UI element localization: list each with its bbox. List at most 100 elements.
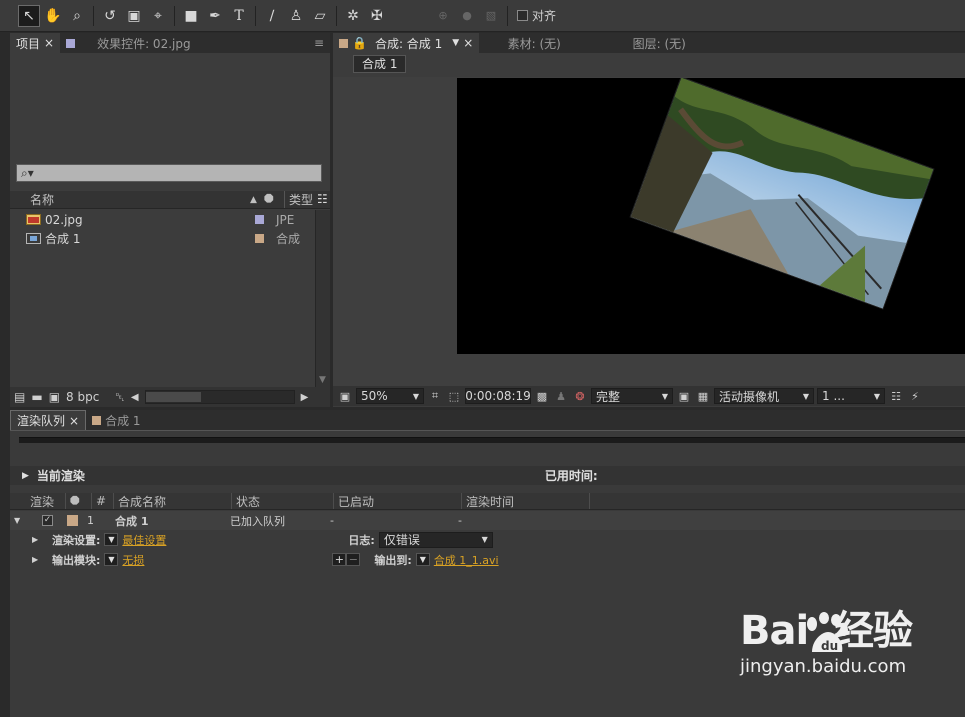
snapshot-icon[interactable]: ▩ — [534, 388, 550, 404]
item-comp-name: 合成 1 — [115, 514, 149, 528]
snap-checkbox[interactable] — [517, 10, 528, 21]
number-column-header[interactable]: # — [92, 493, 114, 509]
scroll-left-icon[interactable]: ◀ — [131, 392, 139, 403]
add-output-module-button[interactable]: + — [332, 553, 347, 566]
scroll-thumb[interactable] — [145, 392, 201, 402]
new-composition-icon[interactable]: ▣ — [49, 390, 60, 404]
comp-dropdown-icon[interactable]: ▼ — [452, 38, 459, 48]
output-to-label: 输出到: — [374, 553, 412, 567]
tab-layer[interactable]: 图层: (无) — [589, 33, 729, 53]
expand-triangle-icon[interactable]: ▼ — [14, 516, 42, 525]
expand-triangle-icon[interactable]: ▶ — [32, 535, 52, 544]
zoom-tool-icon[interactable]: ⌕ — [66, 5, 88, 27]
puppet-tool-icon[interactable]: ✠ — [366, 5, 388, 27]
fast-preview-icon[interactable]: ⚡ — [907, 388, 923, 404]
snap-toggle[interactable]: 对齐 — [517, 7, 556, 24]
panel-menu-icon[interactable]: ≡ — [308, 33, 330, 53]
render-queue-item[interactable]: ▼ ✓ 1 合成 1 已加入队列 - - — [10, 511, 965, 530]
tab-composition[interactable]: 🔒 合成: 合成 1 ▼ × — [333, 33, 480, 53]
rectangle-tool-icon[interactable]: ■ — [180, 5, 202, 27]
pen-tool-icon[interactable]: ✒ — [204, 5, 226, 27]
camera-tool-icon[interactable]: ▣ — [123, 5, 145, 27]
expand-triangle-icon[interactable]: ▶ — [22, 471, 29, 481]
new-folder-icon[interactable]: ▬ — [31, 390, 42, 404]
project-vertical-scrollbar[interactable]: ☷ ▼ — [315, 192, 330, 387]
comp-name-column-header[interactable]: 合成名称 — [114, 493, 232, 509]
tab-render-queue[interactable]: 渲染队列 × — [10, 410, 87, 430]
tab-project[interactable]: 项目 × — [10, 33, 61, 53]
tab-effect-controls[interactable]: 效果控件: 02.jpg — [60, 33, 230, 53]
project-search-input[interactable]: ⌕▾ — [16, 164, 322, 182]
brush-tool-icon[interactable]: ∕ — [261, 5, 283, 27]
layer-image[interactable] — [629, 78, 935, 310]
watermark-url: jingyan.baidu.com — [740, 656, 907, 677]
tab-footage[interactable]: 素材: (无) — [479, 33, 589, 53]
output-to-dropdown[interactable]: ▼ — [415, 553, 430, 566]
elapsed-time-label: 已用时间: — [544, 469, 598, 483]
close-icon[interactable]: × — [69, 414, 79, 428]
bit-depth-label[interactable]: 8 bpc — [66, 390, 99, 404]
close-icon[interactable]: × — [44, 36, 54, 50]
close-icon[interactable]: × — [463, 36, 473, 50]
trash-icon[interactable]: ␡ — [115, 390, 125, 405]
region-of-interest-icon[interactable]: ▣ — [676, 388, 692, 404]
timecode-field[interactable]: 0:00:08:19 — [465, 388, 531, 404]
list-item[interactable]: 02.jpg JPE — [10, 210, 314, 229]
item-type: 合成 — [276, 232, 301, 246]
render-column-header[interactable]: 渲染 — [10, 493, 66, 509]
status-column-header[interactable]: 状态 — [232, 493, 334, 509]
text-tool-icon[interactable]: T — [228, 5, 250, 27]
render-time-column-label: 渲染时间 — [466, 494, 515, 509]
comp-flowchart-tab[interactable]: 合成 1 — [353, 55, 407, 73]
flowchart-icon[interactable]: ☷ — [317, 192, 328, 206]
log-dropdown[interactable]: 仅错误 ▼ — [378, 531, 493, 548]
camera-dropdown[interactable]: 活动摄像机 ▼ — [714, 388, 814, 404]
clone-stamp-tool-icon[interactable]: ♙ — [285, 5, 307, 27]
name-column-header[interactable]: 名称 — [10, 191, 250, 208]
transparency-grid-icon[interactable]: ▦ — [695, 388, 711, 404]
label-tag-icon[interactable]: ⯃ — [264, 192, 284, 207]
render-checkbox[interactable]: ✓ — [42, 515, 53, 526]
show-snapshot-icon[interactable]: ♟ — [553, 388, 569, 404]
pan-behind-tool-icon[interactable]: ⌖ — [147, 5, 169, 27]
composition-tabbar: 🔒 合成: 合成 1 ▼ × 素材: (无) 图层: (无) — [333, 33, 965, 53]
remove-output-module-button[interactable]: − — [346, 553, 361, 566]
output-module-dropdown[interactable]: ▼ — [104, 553, 119, 566]
project-footer: ▤ ▬ ▣ 8 bpc ␡ ◀ ▶ — [10, 387, 330, 407]
interpret-footage-icon[interactable]: ▤ — [14, 390, 25, 404]
sort-asc-icon[interactable]: ▲ — [250, 195, 264, 205]
item-render-time: - — [458, 514, 462, 527]
always-preview-icon[interactable]: ▣ — [337, 388, 353, 404]
timeline-icon[interactable]: ☷ — [888, 388, 904, 404]
composition-canvas[interactable] — [457, 78, 965, 354]
output-to-link[interactable]: 合成 1_1.avi — [434, 552, 499, 568]
scroll-down-icon[interactable]: ▼ — [319, 375, 326, 385]
project-horizontal-scrollbar[interactable] — [144, 390, 295, 404]
label-swatch[interactable] — [67, 515, 78, 526]
scroll-right-icon[interactable]: ▶ — [301, 392, 309, 403]
expand-triangle-icon[interactable]: ▶ — [32, 555, 52, 564]
rotate-tool-icon[interactable]: ↺ — [99, 5, 121, 27]
output-module-link[interactable]: 无损 — [122, 552, 332, 568]
selection-tool-icon[interactable]: ↖ — [18, 4, 40, 27]
eraser-tool-icon[interactable]: ▱ — [309, 5, 331, 27]
resolution-dropdown[interactable]: 完整 ▼ — [591, 388, 673, 404]
type-column-header[interactable]: 类型 — [284, 191, 313, 208]
roto-brush-tool-icon[interactable]: ✲ — [342, 5, 364, 27]
render-settings-dropdown[interactable]: ▼ — [104, 533, 119, 546]
render-settings-link[interactable]: 最佳设置 — [122, 532, 348, 548]
hand-tool-icon[interactable]: ✋ — [42, 5, 64, 27]
chevron-down-icon: ▼ — [661, 391, 668, 401]
label-column-header[interactable]: ⯃ — [66, 493, 92, 509]
channel-icon[interactable]: ❂ — [572, 388, 588, 404]
zoom-dropdown[interactable]: 50% ▼ — [356, 388, 424, 404]
title-safe-icon[interactable]: ⌗ — [427, 388, 443, 404]
started-column-header[interactable]: 已启动 — [334, 493, 462, 509]
render-time-column-header[interactable]: 渲染时间 — [462, 493, 590, 509]
list-item[interactable]: 合成 1 合成 — [10, 229, 314, 248]
mask-visibility-icon[interactable]: ⬚ — [446, 388, 462, 404]
lock-icon[interactable]: 🔒 — [352, 36, 367, 50]
tab-timeline-comp[interactable]: 合成 1 — [86, 410, 146, 430]
tab-effect-controls-label: 效果控件: 02.jpg — [97, 36, 191, 51]
views-dropdown[interactable]: 1 ... ▼ — [817, 388, 885, 404]
